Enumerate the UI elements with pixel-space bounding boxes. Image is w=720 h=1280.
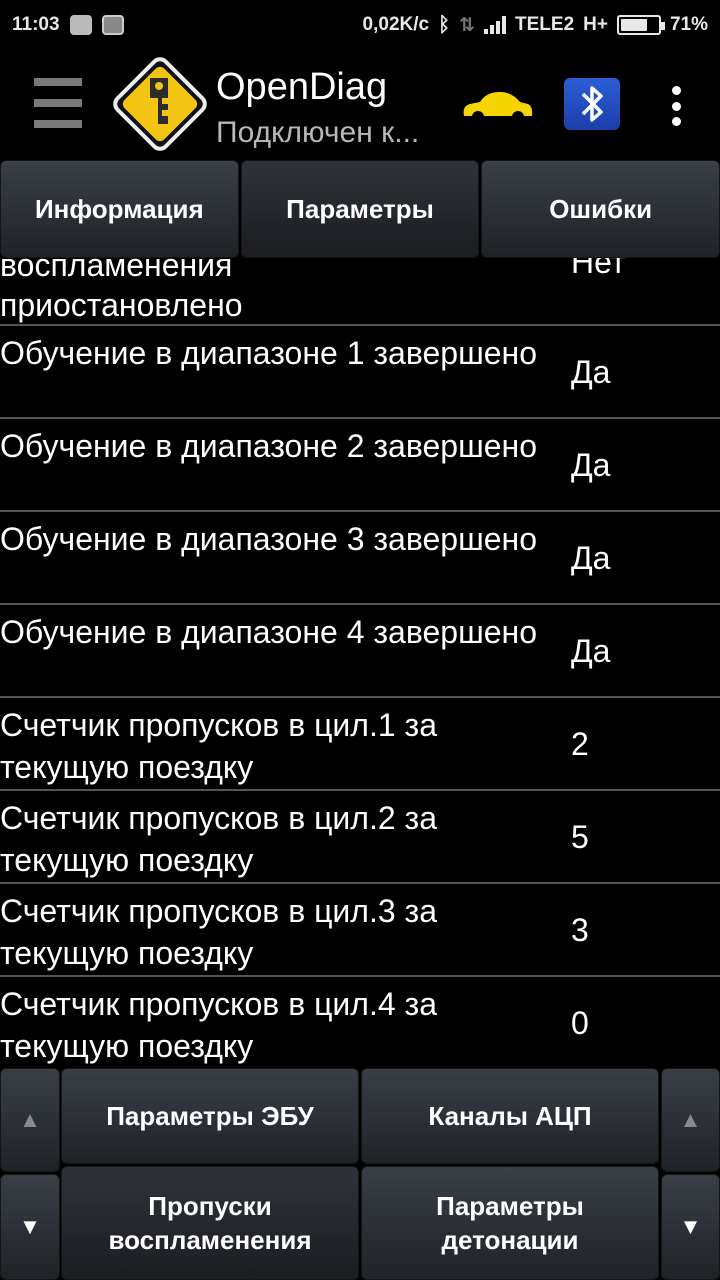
battery-percent: 71%: [669, 14, 708, 35]
param-value: 0: [571, 1005, 589, 1041]
param-value: Нет: [571, 258, 626, 280]
menu-icon[interactable]: [34, 78, 82, 128]
opendiag-key-logo[interactable]: [112, 56, 208, 152]
scroll-up-left-button[interactable]: ▲: [0, 1068, 60, 1172]
status-time: 11:03: [12, 14, 60, 35]
tab-bar: Информация Параметры Ошибки: [0, 160, 720, 258]
list-item[interactable]: Обучение в диапазоне 1 завершено Да: [0, 326, 720, 419]
car-icon[interactable]: [460, 86, 534, 126]
param-name: Счетчик пропусков в цил.2 за текущую пое…: [0, 800, 437, 878]
param-value: 3: [571, 912, 589, 948]
list-item[interactable]: Обучение в диапазоне 3 завершено Да: [0, 512, 720, 605]
misfires-button-label: Пропуски воспламенения: [108, 1191, 312, 1255]
action-bar: OpenDiag Подключен к...: [0, 50, 720, 160]
scroll-down-left-button[interactable]: ▼: [0, 1174, 60, 1280]
connection-status: Подключен к...: [216, 116, 420, 149]
param-name: Счетчик пропусков в цил.3 за текущую пое…: [0, 893, 437, 971]
carrier-name: TELE2: [515, 14, 575, 35]
list-item[interactable]: Счетчик пропусков в цил.1 за текущую пое…: [0, 698, 720, 791]
param-value: 2: [571, 726, 589, 762]
battery-fill: [620, 19, 647, 31]
param-value: Да: [571, 540, 611, 576]
scroll-down-right-button[interactable]: ▼: [661, 1174, 720, 1280]
bluetooth-elm327-icon[interactable]: [564, 78, 620, 130]
ecu-params-button[interactable]: Параметры ЭБУ: [61, 1068, 359, 1164]
status-bar: 11:03 0,02K/c ᛒ ⇅ TELE2 H+ 71%: [0, 0, 720, 50]
list-item[interactable]: Обучение в диапазоне 2 завершено Да: [0, 419, 720, 512]
param-name: Счетчик пропусков в цил.4 за текущую пое…: [0, 986, 437, 1064]
param-name: воспламенения: [0, 258, 233, 283]
param-value: Да: [571, 633, 611, 669]
network-type: H+: [583, 14, 608, 35]
param-value: Да: [571, 447, 611, 483]
param-name: Обучение в диапазоне 1 завершено: [0, 335, 538, 371]
param-name: приостановлено: [0, 287, 243, 323]
tab-information[interactable]: Информация: [0, 160, 239, 258]
signal-strength-icon: [484, 16, 507, 34]
bluetooth-status-icon: ᛒ: [438, 13, 451, 36]
notification-icon: [69, 15, 92, 35]
knock-params-button-label: Параметры детонации: [436, 1191, 584, 1255]
param-value: 5: [571, 819, 589, 855]
network-speed: 0,02K/c: [362, 14, 430, 35]
data-transfer-icon: ⇅: [459, 14, 476, 36]
param-name: Счетчик пропусков в цил.1 за текущую пое…: [0, 707, 437, 785]
tab-errors[interactable]: Ошибки: [481, 160, 720, 258]
app-notification-icon: [101, 15, 124, 35]
param-name: Обучение в диапазоне 4 завершено: [0, 614, 538, 650]
param-value: Да: [571, 354, 611, 390]
list-item[interactable]: Счетчик пропусков в цил.2 за текущую пое…: [0, 791, 720, 884]
list-item[interactable]: Счетчик пропусков в цил.4 за текущую пое…: [0, 977, 720, 1066]
overflow-menu-icon[interactable]: [668, 86, 684, 126]
app-title: OpenDiag: [216, 66, 388, 108]
list-item[interactable]: Счетчик пропусков в цил.3 за текущую пое…: [0, 884, 720, 977]
adc-channels-button[interactable]: Каналы АЦП: [361, 1068, 659, 1164]
tab-parameters[interactable]: Параметры: [240, 160, 480, 258]
battery-icon: [616, 15, 665, 35]
parameter-list[interactable]: воспламенения приостановлено Нет Обучени…: [0, 258, 720, 1066]
knock-params-button[interactable]: Параметры детонации: [361, 1166, 659, 1280]
list-item[interactable]: Обучение в диапазоне 4 завершено Да: [0, 605, 720, 698]
misfires-button[interactable]: Пропуски воспламенения: [61, 1166, 359, 1280]
list-item[interactable]: воспламенения приостановлено Нет: [0, 258, 720, 326]
scroll-up-right-button[interactable]: ▲: [661, 1068, 720, 1172]
bottom-navigation: ▲ Параметры ЭБУ Каналы АЦП ▲ ▼ Пропуски …: [0, 1066, 720, 1280]
param-name: Обучение в диапазоне 3 завершено: [0, 521, 538, 557]
param-name: Обучение в диапазоне 2 завершено: [0, 428, 538, 464]
